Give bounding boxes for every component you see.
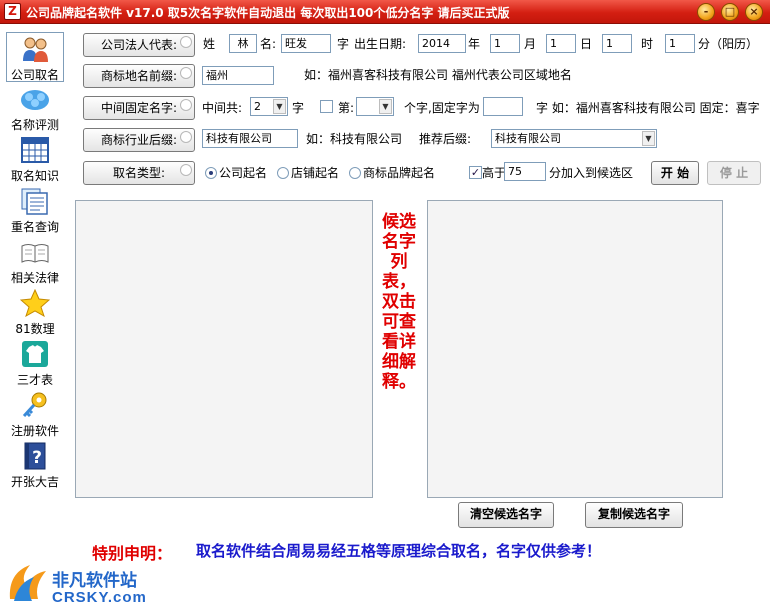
cloud-people-icon xyxy=(21,90,49,110)
chevron-down-icon: ▼ xyxy=(379,99,392,114)
calendar-grid-icon xyxy=(21,137,49,163)
position-select[interactable]: ▼ xyxy=(356,97,394,116)
birth-date-label: 出生日期: xyxy=(354,37,407,51)
industry-suffix-example: 如：科技有限公司 xyxy=(306,132,403,146)
radio-brand[interactable] xyxy=(349,167,361,179)
birth-year-field[interactable]: 2014 xyxy=(418,34,466,53)
nav-label: 注册软件 xyxy=(10,424,59,438)
close-button[interactable]: × xyxy=(745,3,763,21)
title-bar[interactable]: Z 公司品牌起名软件 v17.0 取5次名字软件自动退出 每次取出100个低分名… xyxy=(0,0,770,24)
middle-fixed-example: 字 如：福州喜客科技有限公司 固定：喜字 xyxy=(536,101,760,115)
industry-suffix-field[interactable]: 科技有限公司 xyxy=(202,129,298,148)
option-shop-label: 店铺起名 xyxy=(291,166,340,180)
key-icon xyxy=(22,392,47,418)
window-title: 公司品牌起名软件 v17.0 取5次名字软件自动退出 每次取出100个低分名字 … xyxy=(26,6,510,20)
nav-register-software[interactable]: 注册软件 xyxy=(6,389,64,439)
middle-total-label: 中间共: xyxy=(202,101,243,115)
nav-label: 名称评测 xyxy=(10,118,59,132)
radio-company[interactable] xyxy=(205,167,217,179)
position-checkbox[interactable] xyxy=(320,100,333,113)
legal-rep-button[interactable]: 公司法人代表: xyxy=(83,33,195,57)
nav-name-evaluation[interactable]: 名称评测 xyxy=(6,83,64,133)
option-brand-label: 商标品牌起名 xyxy=(363,166,436,180)
surname-label: 姓 xyxy=(203,37,216,51)
left-nav: 公司取名 名称评测 取名知识 重名查询 相关法律 81数理 三才表 注册软件 ?… xyxy=(0,25,68,495)
clear-candidates-button[interactable]: 清空候选名字 xyxy=(458,502,554,528)
nav-label: 三才表 xyxy=(16,373,53,387)
given-name-field[interactable]: 旺发 xyxy=(281,34,331,53)
watermark-title: 非凡软件站 xyxy=(52,571,137,591)
naming-type-button[interactable]: 取名类型: xyxy=(83,161,195,185)
threshold-suffix: 分加入到候选区 xyxy=(549,166,634,180)
copy-candidates-button[interactable]: 复制候选名字 xyxy=(585,502,683,528)
star-icon xyxy=(20,289,50,317)
middle-fixed-button[interactable]: 中间固定名字: xyxy=(83,96,195,120)
nav-grand-opening[interactable]: ? 开张大吉 xyxy=(6,440,64,490)
middle-zi-label: 字 xyxy=(292,101,305,115)
nav-sancai-table[interactable]: 三才表 xyxy=(6,338,64,388)
industry-suffix-button[interactable]: 商标行业后缀: xyxy=(83,128,195,152)
notice-text: 取名软件结合周易易经五格等原理综合取名，名字仅供参考！ xyxy=(196,542,602,560)
middle-total-select[interactable]: 2 ▼ xyxy=(250,97,288,116)
open-book-icon xyxy=(21,244,49,263)
app-icon: Z xyxy=(4,3,21,20)
place-prefix-example: 如：福州喜客科技有限公司 福州代表公司区域地名 xyxy=(304,68,572,82)
watermark-domain: CRSKY.com xyxy=(52,589,147,606)
nav-label: 重名查询 xyxy=(10,220,59,234)
above-label: 高于 xyxy=(482,166,507,180)
recommend-value: 科技有限公司 xyxy=(495,132,561,145)
radio-shop[interactable] xyxy=(277,167,289,179)
maximize-button[interactable]: □ xyxy=(721,3,739,21)
threshold-field[interactable]: 75 xyxy=(504,162,546,181)
above-score-checkbox[interactable]: ✓ xyxy=(469,166,482,179)
option-company-label: 公司起名 xyxy=(219,166,268,180)
recommend-label: 推荐后缀: xyxy=(419,132,472,146)
given-name-label: 名: xyxy=(260,37,277,51)
watermark: 非凡软件站 CRSKY.com xyxy=(0,556,165,613)
surname-field[interactable]: 林 xyxy=(229,34,257,53)
nav-label: 81数理 xyxy=(15,322,55,336)
nav-naming-knowledge[interactable]: 取名知识 xyxy=(6,134,64,184)
fixed-char-label: 个字,固定字为 xyxy=(404,101,480,115)
shirt-icon xyxy=(22,341,48,367)
place-prefix-field[interactable]: 福州 xyxy=(202,66,274,85)
place-prefix-button[interactable]: 商标地名前缀: xyxy=(83,64,195,88)
nav-81-numbers[interactable]: 81数理 xyxy=(6,287,64,337)
stop-button[interactable]: 停 止 xyxy=(707,161,761,185)
nav-label: 开张大吉 xyxy=(10,475,59,489)
birth-month-field[interactable]: 1 xyxy=(490,34,520,53)
start-button[interactable]: 开 始 xyxy=(651,161,699,185)
birth-hour-field[interactable]: 1 xyxy=(602,34,632,53)
candidate-hint-text: 候选名字列表，双击可查看详细解释。 xyxy=(382,212,416,392)
middle-total-value: 2 xyxy=(254,100,261,113)
nav-label: 公司取名 xyxy=(10,68,59,82)
chevron-down-icon: ▼ xyxy=(273,99,286,114)
nav-label: 取名知识 xyxy=(10,169,59,183)
help-book-icon: ? xyxy=(24,442,46,470)
crsky-logo-icon xyxy=(9,565,46,601)
fixed-char-field[interactable] xyxy=(483,97,523,116)
people-icon xyxy=(23,37,48,62)
name-results-list[interactable] xyxy=(75,200,373,498)
month-unit: 月 xyxy=(524,37,537,51)
nav-company-naming[interactable]: 公司取名 xyxy=(6,32,64,82)
recommend-select[interactable]: 科技有限公司 ▼ xyxy=(491,129,657,148)
nav-related-law[interactable]: 相关法律 xyxy=(6,236,64,286)
minute-unit: 分（阳历） xyxy=(698,37,759,51)
birth-minute-field[interactable]: 1 xyxy=(665,34,695,53)
year-unit: 年 xyxy=(468,37,481,51)
hour-unit: 时 xyxy=(641,37,654,51)
minimize-button[interactable]: - xyxy=(697,3,715,21)
document-stack-icon xyxy=(21,188,48,215)
candidate-list[interactable] xyxy=(427,200,723,498)
nav-duplicate-check[interactable]: 重名查询 xyxy=(6,185,64,235)
svg-text:?: ? xyxy=(32,448,42,468)
chevron-down-icon: ▼ xyxy=(642,131,655,146)
position-label: 第: xyxy=(338,101,355,115)
zi-label: 字 xyxy=(337,37,350,51)
birth-day-field[interactable]: 1 xyxy=(546,34,576,53)
day-unit: 日 xyxy=(580,37,593,51)
nav-label: 相关法律 xyxy=(10,271,59,285)
